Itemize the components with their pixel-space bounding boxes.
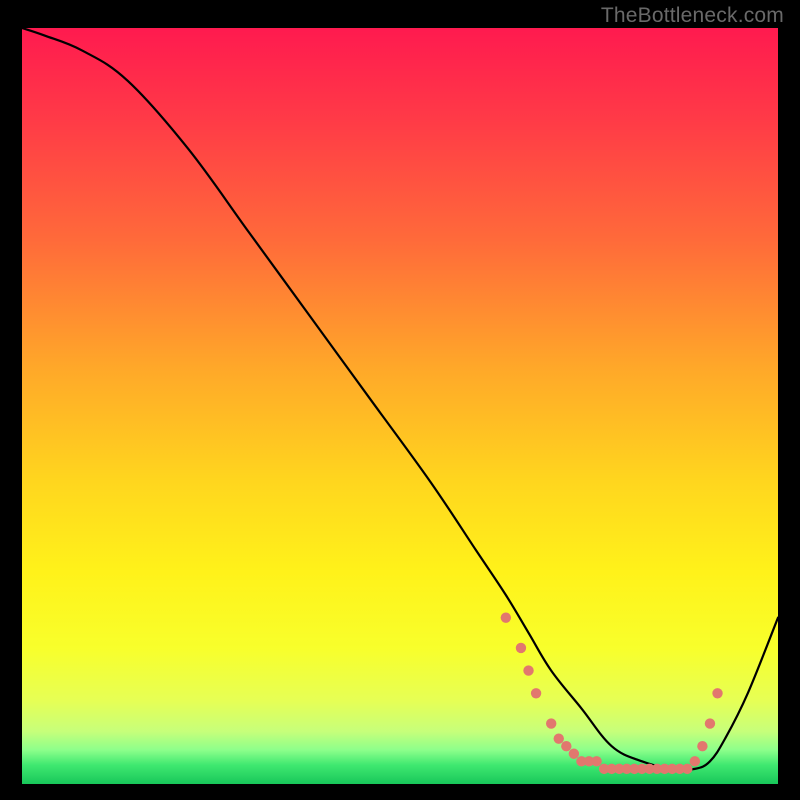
marker-dot bbox=[531, 688, 541, 698]
chart-root: TheBottleneck.com bbox=[0, 0, 800, 800]
plot-background bbox=[22, 28, 778, 784]
marker-dot bbox=[561, 741, 571, 751]
marker-dot bbox=[697, 741, 707, 751]
marker-dot bbox=[546, 718, 556, 728]
marker-dot bbox=[705, 718, 715, 728]
marker-dot bbox=[501, 612, 511, 622]
marker-dot bbox=[591, 756, 601, 766]
marker-dot bbox=[712, 688, 722, 698]
marker-dot bbox=[682, 764, 692, 774]
marker-dot bbox=[569, 749, 579, 759]
chart-canvas bbox=[0, 0, 800, 800]
marker-dot bbox=[523, 665, 533, 675]
watermark-text: TheBottleneck.com bbox=[601, 4, 784, 28]
marker-dot bbox=[690, 756, 700, 766]
marker-dot bbox=[554, 733, 564, 743]
marker-dot bbox=[516, 643, 526, 653]
